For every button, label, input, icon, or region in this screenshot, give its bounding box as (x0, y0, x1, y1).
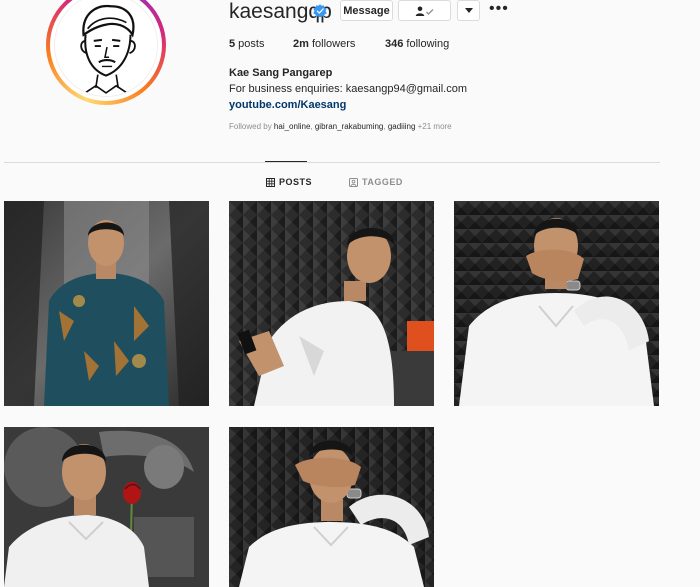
post-thumbnail[interactable] (4, 427, 209, 587)
following-count-label: following (403, 38, 450, 50)
post-image (4, 201, 209, 406)
profile-avatar[interactable] (46, 0, 166, 105)
followers-count-label: followers (308, 38, 356, 50)
followed-by-line[interactable]: Followed by hai_online, gibran_rakabumin… (229, 122, 452, 131)
following-button[interactable] (398, 0, 451, 21)
active-tab-indicator (265, 161, 307, 162)
followed-by-more[interactable]: +21 more (415, 122, 452, 131)
profile-bio: For business enquiries: kaesangp94@gmail… (229, 83, 468, 95)
following-count-value: 346 (385, 38, 404, 50)
profile-display-name: Kae Sang Pangarep (229, 67, 333, 79)
more-horizontal-icon[interactable]: ••• (489, 1, 509, 17)
tab-tagged-label: TAGGED (362, 177, 403, 187)
tabs-divider (4, 162, 660, 163)
grid-icon (266, 177, 275, 187)
post-image (229, 201, 434, 406)
tab-tagged[interactable]: TAGGED (349, 177, 403, 187)
tab-posts[interactable]: POSTS (266, 177, 312, 187)
followers-count-value: 2m (293, 38, 309, 50)
post-image (454, 201, 659, 406)
followed-by-name[interactable]: gibran_rakabuming (315, 122, 384, 131)
verified-badge-icon (313, 4, 327, 18)
message-button[interactable]: Message (340, 0, 393, 21)
profile-link[interactable]: youtube.com/Kaesang (229, 99, 346, 111)
post-image (4, 427, 209, 587)
following-count[interactable]: 346 following (385, 38, 449, 50)
tagged-icon (349, 177, 358, 187)
person-check-icon (415, 6, 433, 16)
post-thumbnail[interactable] (454, 201, 659, 406)
tab-posts-label: POSTS (279, 177, 313, 187)
post-thumbnail[interactable] (229, 427, 434, 587)
chevron-down-icon (464, 8, 473, 13)
suggested-accounts-button[interactable] (457, 0, 480, 21)
followed-by-name[interactable]: hai_online (274, 122, 310, 131)
avatar-inner (50, 0, 162, 101)
post-thumbnail[interactable] (229, 201, 434, 406)
followed-by-name[interactable]: gadiiing (388, 122, 416, 131)
post-image (229, 427, 434, 587)
posts-count: 5 posts (229, 38, 264, 50)
posts-count-label: posts (235, 38, 265, 50)
avatar-line-drawing-icon (54, 0, 158, 97)
followed-by-prefix: Followed by (229, 122, 274, 131)
post-thumbnail[interactable] (4, 201, 209, 406)
followers-count[interactable]: 2m followers (293, 38, 355, 50)
